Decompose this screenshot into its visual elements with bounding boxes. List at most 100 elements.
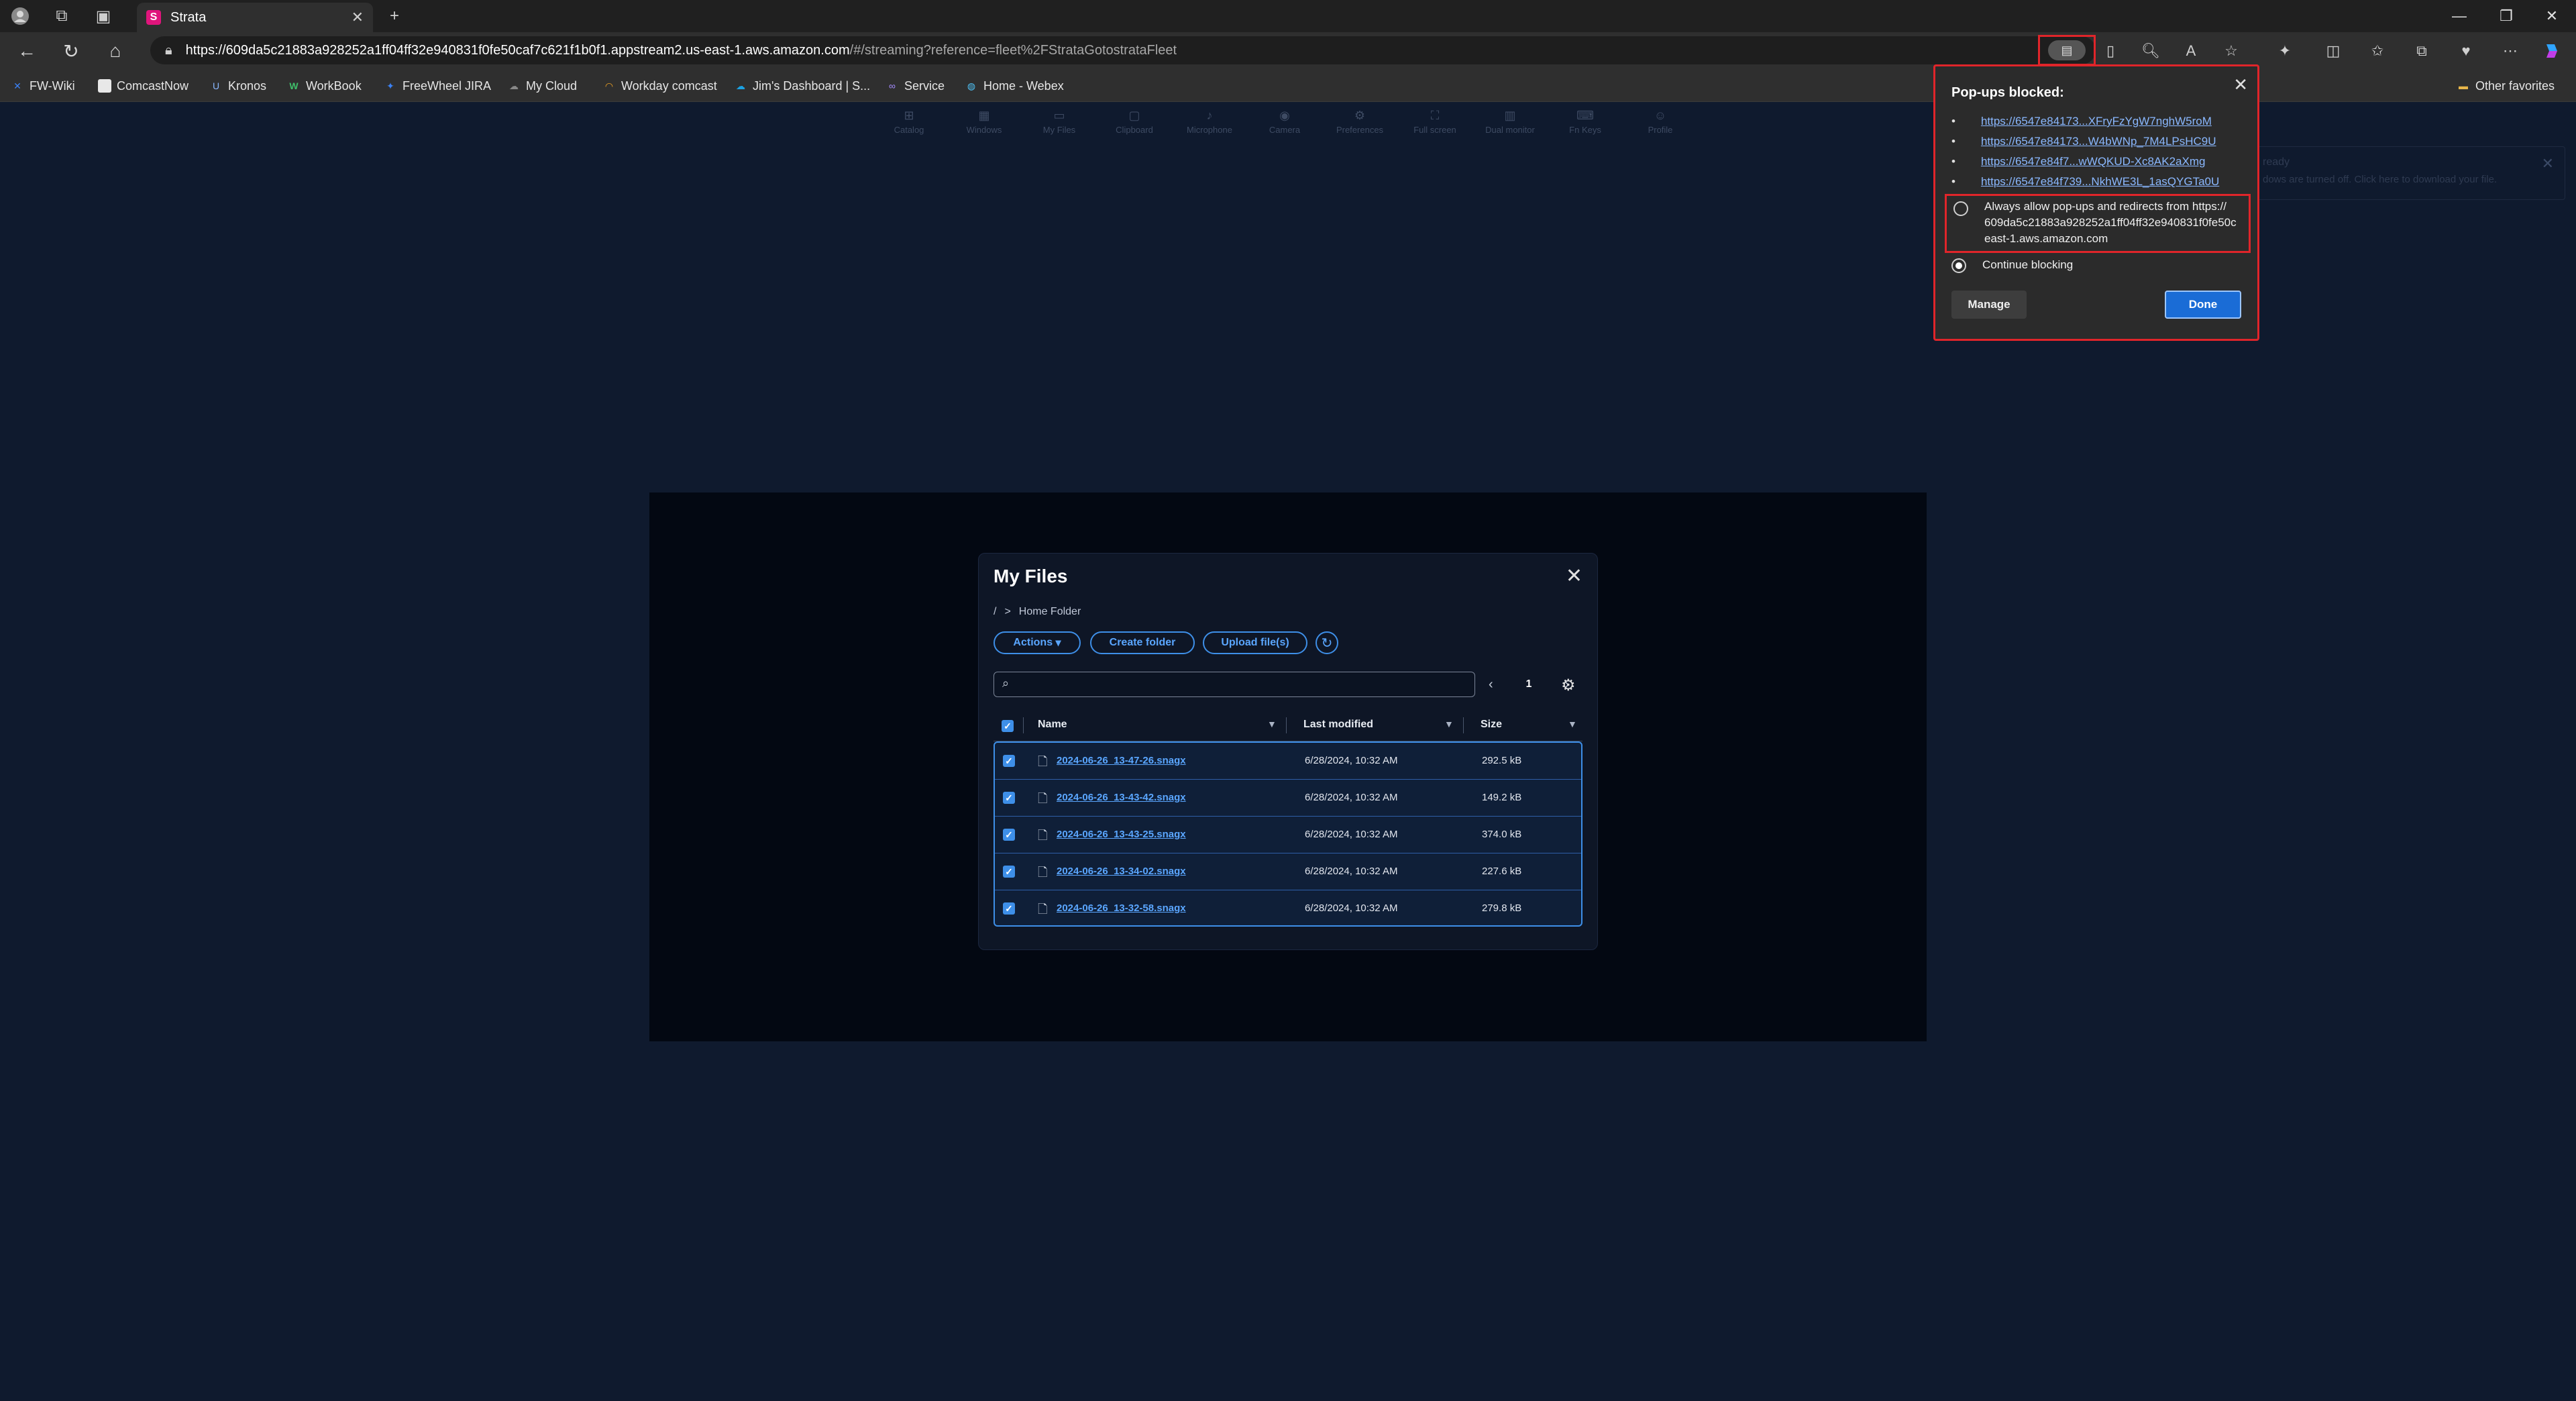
page-number[interactable]: 1: [1526, 678, 1532, 690]
previous-page-icon[interactable]: ‹: [1489, 677, 1493, 692]
lock-icon[interactable]: 🔒︎: [165, 43, 172, 58]
profile-avatar-icon[interactable]: [9, 5, 31, 27]
favorite-star-icon[interactable]: ☆: [2220, 40, 2242, 62]
read-aloud-icon[interactable]: A: [2180, 40, 2202, 62]
cloud-icon: ☁: [509, 80, 519, 91]
refresh-files-icon[interactable]: ↻: [1316, 631, 1338, 654]
microphone-icon: ♪: [1206, 109, 1213, 122]
toolbar-camera[interactable]: ◉ Camera: [1254, 109, 1315, 135]
column-last-modified[interactable]: Last modified: [1303, 719, 1373, 731]
row-checkbox[interactable]: ✓: [1003, 792, 1015, 804]
tab-actions-icon[interactable]: ▣: [93, 5, 114, 27]
tab-title: Strata: [170, 9, 207, 25]
file-name-link[interactable]: 2024-06-26_13-43-42.snagx: [1057, 792, 1186, 803]
search-input[interactable]: ⌕: [994, 672, 1475, 697]
breadcrumb-root[interactable]: /: [994, 606, 996, 617]
favorites-icon[interactable]: ✩: [2367, 40, 2388, 62]
table-row[interactable]: ✓ 🗋 2024-06-26_13-47-26.snagx 6/28/2024,…: [995, 743, 1581, 780]
row-checkbox[interactable]: ✓: [1003, 902, 1015, 915]
toolbar-clipboard[interactable]: ▢ Clipboard: [1104, 109, 1165, 135]
toolbar-profile[interactable]: ☺ Profile: [1630, 109, 1690, 135]
toolbar-my-files[interactable]: ▭ My Files: [1029, 109, 1089, 135]
done-button[interactable]: Done: [2165, 291, 2241, 319]
toolbar-catalog[interactable]: ⊞ Catalog: [879, 109, 939, 135]
favorite-jims-dashboard[interactable]: ☁ Jim's Dashboard | S...: [734, 78, 870, 94]
browser-essentials-icon[interactable]: ♥: [2455, 40, 2477, 62]
flyout-close-icon[interactable]: ✕: [2233, 74, 2248, 95]
file-name-link[interactable]: 2024-06-26_13-47-26.snagx: [1057, 755, 1186, 766]
copilot-icon[interactable]: [2541, 40, 2563, 62]
favorite-workbook[interactable]: W WorkBook: [287, 78, 361, 94]
row-checkbox[interactable]: ✓: [1003, 755, 1015, 767]
address-bar[interactable]: 🔒︎ https://609da5c21883a928252a1ff04ff32…: [150, 36, 2096, 64]
new-tab-icon[interactable]: +: [384, 5, 405, 27]
home-icon[interactable]: ⌂: [103, 39, 127, 63]
row-checkbox[interactable]: ✓: [1003, 866, 1015, 878]
favorite-comcastnow[interactable]: ComcastNow: [98, 78, 189, 94]
sort-modified-icon[interactable]: ▼: [1444, 719, 1454, 729]
select-all-checkbox[interactable]: ✓: [1002, 720, 1014, 732]
extensions-icon[interactable]: ✦: [2274, 40, 2296, 62]
sort-name-icon[interactable]: ▼: [1267, 719, 1277, 729]
bullet-icon: •: [1951, 135, 1955, 148]
url-text[interactable]: https://609da5c21883a928252a1ff04ff32e94…: [186, 43, 1177, 58]
blocked-popup-link[interactable]: • https://6547e84173...W4bWNp_7M4LPsHC9U: [1951, 135, 2216, 148]
toolbar-fn-keys[interactable]: ⌨ Fn Keys: [1555, 109, 1615, 135]
popups-blocked-button[interactable]: ▤: [2038, 35, 2096, 66]
file-modified: 6/28/2024, 10:32 AM: [1305, 755, 1398, 766]
favorite-workday[interactable]: ◠ Workday comcast: [602, 78, 717, 94]
upload-files-button[interactable]: Upload file(s): [1203, 631, 1307, 654]
always-allow-radio[interactable]: [1953, 201, 1968, 216]
refresh-icon[interactable]: ↻: [59, 39, 83, 63]
favorite-fw-wiki[interactable]: ✕ FW-Wiki: [11, 78, 75, 94]
toolbar-preferences[interactable]: ⚙ Preferences: [1330, 109, 1390, 135]
other-favorites[interactable]: ▬ Other favorites: [2457, 78, 2555, 94]
table-row[interactable]: ✓ 🗋 2024-06-26_13-43-25.snagx 6/28/2024,…: [995, 817, 1581, 853]
sort-size-icon[interactable]: ▼: [1568, 719, 1577, 729]
blocked-popup-link[interactable]: • https://6547e84f7...wWQKUD-Xc8AK2aXmg: [1951, 155, 2205, 168]
table-row[interactable]: ✓ 🗋 2024-06-26_13-43-42.snagx 6/28/2024,…: [995, 780, 1581, 817]
breadcrumb-home-folder[interactable]: Home Folder: [1019, 606, 1081, 617]
always-allow-option[interactable]: Always allow pop-ups and redirects from …: [1945, 194, 2251, 253]
favorite-freewheel-jira[interactable]: ✦ FreeWheel JIRA: [384, 78, 491, 94]
row-checkbox[interactable]: ✓: [1003, 829, 1015, 841]
favorite-my-cloud[interactable]: ☁ My Cloud: [507, 78, 577, 94]
blocked-popup-link[interactable]: • https://6547e84f739...NkhWE3L_1asQYGTa0…: [1951, 175, 2219, 189]
folder-icon: ▬: [2459, 81, 2468, 91]
notification-close-icon[interactable]: ✕: [2542, 155, 2554, 172]
minimize-icon[interactable]: —: [2439, 4, 2479, 28]
favorite-home-webex[interactable]: ◍ Home - Webex: [965, 78, 1064, 94]
split-screen-icon[interactable]: ▯: [2100, 40, 2121, 62]
manage-button[interactable]: Manage: [1951, 291, 2027, 319]
close-window-icon[interactable]: ✕: [2532, 4, 2572, 28]
tab-close-icon[interactable]: ✕: [352, 9, 364, 26]
create-folder-button[interactable]: Create folder: [1090, 631, 1195, 654]
actions-button[interactable]: Actions ▾: [994, 631, 1081, 654]
zoom-icon[interactable]: 🔍︎: [2140, 40, 2161, 62]
column-name[interactable]: Name: [1038, 719, 1067, 731]
toolbar-dual-monitor[interactable]: ▥ Dual monitor: [1480, 109, 1540, 135]
file-icon: 🗋: [1038, 755, 1048, 768]
table-row[interactable]: ✓ 🗋 2024-06-26_13-34-02.snagx 6/28/2024,…: [995, 853, 1581, 890]
restore-icon[interactable]: ❐: [2486, 4, 2526, 28]
table-settings-icon[interactable]: ⚙: [1561, 676, 1576, 695]
file-name-link[interactable]: 2024-06-26_13-43-25.snagx: [1057, 829, 1186, 840]
tab-strata[interactable]: S Strata ✕: [137, 3, 373, 32]
back-icon[interactable]: ←: [15, 39, 39, 63]
toolbar-full-screen[interactable]: ⛶ Full screen: [1405, 109, 1465, 135]
settings-more-icon[interactable]: ⋯: [2500, 40, 2521, 62]
favorite-kronos[interactable]: U Kronos: [209, 78, 266, 94]
split-tab-icon[interactable]: ◫: [2322, 40, 2344, 62]
collections-icon[interactable]: ⧉: [2411, 40, 2432, 62]
file-name-link[interactable]: 2024-06-26_13-34-02.snagx: [1057, 866, 1186, 877]
workspaces-icon[interactable]: ⧉: [51, 5, 72, 27]
table-row[interactable]: ✓ 🗋 2024-06-26_13-32-58.snagx 6/28/2024,…: [995, 890, 1581, 927]
continue-blocking-radio[interactable]: [1951, 258, 1966, 273]
column-size[interactable]: Size: [1481, 719, 1502, 731]
blocked-popup-link[interactable]: • https://6547e84173...XFryFzYgW7nghW5roM: [1951, 115, 2212, 128]
file-name-link[interactable]: 2024-06-26_13-32-58.snagx: [1057, 902, 1186, 914]
dialog-close-icon[interactable]: ✕: [1566, 564, 1582, 588]
toolbar-microphone[interactable]: ♪ Microphone: [1179, 109, 1240, 135]
toolbar-windows[interactable]: ▦ Windows: [954, 109, 1014, 135]
favorite-service[interactable]: ∞ Service: [885, 78, 945, 94]
